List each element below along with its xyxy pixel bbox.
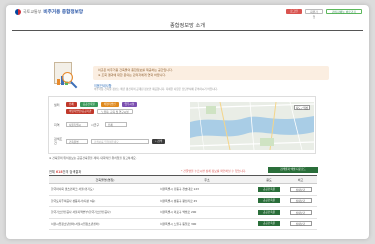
chip-education[interactable]: 노유자, 교육 및 연구시설 [97, 109, 133, 114]
usage-badge: 공공건축물 [258, 198, 280, 204]
signup-link[interactable]: 회원가입 [305, 9, 323, 19]
chip-business[interactable]: 업무시설 [121, 102, 138, 107]
chip-all[interactable]: 전체 [66, 102, 77, 107]
notice-box: 이곳은 비주거용 건축물의 종합정보를 제공하는 공간입니다. ※ 조회 결과에… [93, 66, 329, 80]
district-select[interactable]: 전체 [105, 122, 127, 127]
title-divider [12, 30, 363, 31]
building-address: 서울특별시 성동구 왕십리로 45 [159, 195, 254, 207]
search-button[interactable]: ⌕ 검색 [152, 138, 166, 144]
keyword-select[interactable]: 건축물명 [66, 138, 88, 144]
table-row[interactable]: 한국마사회 렛츠런파크 서울(경기도) 서울특별시 강동구 천호대로 123 공… [49, 183, 317, 196]
region-label: 지역 [54, 122, 60, 127]
search-panel: 필터 전체 공공건축물 비영리법인 업무시설 비영리법인/공공기관 노유자, 교… [48, 96, 316, 154]
table-header: 건축물명(명칭) 주소 용도 비고 [49, 175, 317, 184]
usage-tip: 이용안내사항 비주거용 건축물 정보는 매년 갱신되며 공개된 정보만 제공합니… [94, 83, 330, 92]
result-count: 전체 618건의 검색결과 [49, 170, 82, 174]
results-table: 건축물명(명칭) 주소 용도 비고 한국마사회 렛츠런파크 서울(경기도) 서울… [49, 175, 317, 230]
top-links: 로그인 회원가입 관리자메뉴 바로가기 [286, 9, 362, 19]
col-address[interactable]: 주소 [159, 175, 254, 184]
region-select[interactable]: 서울특별시 [66, 122, 88, 127]
building-name[interactable]: 한국토지주택공사 성동지사(지상 3층) [49, 195, 159, 207]
search-document-icon [46, 62, 82, 89]
keyword-label: 검색조건 [54, 137, 63, 145]
chip-public[interactable]: 공공건축물 [79, 102, 98, 107]
detail-button[interactable]: 상세보기 [289, 209, 312, 215]
table-row[interactable]: 한국가스안전공사 서울지역본부(한국가스안전공사) 서울특별시 마포구 백범로 … [49, 206, 317, 219]
result-count-value: 618 [55, 170, 63, 174]
usage-badge: 공공건축물 [258, 221, 280, 227]
detail-button[interactable]: 상세보기 [289, 186, 312, 192]
detail-button[interactable]: 상세보기 [289, 221, 312, 227]
col-remarks[interactable]: 비고 [284, 175, 317, 184]
building-name[interactable]: 한국가스안전공사 서울지역본부(한국가스안전공사) [49, 206, 159, 219]
detail-hint: * 건물명을 누르시면 상세 정보를 확인하실 수 있습니다. [181, 169, 247, 173]
keyword-row: 검색조건 건축물명 검색어를 입력해주세요 ⌕ 검색 [54, 137, 166, 145]
login-link[interactable]: 로그인 [286, 9, 302, 14]
search-input[interactable]: 검색어를 입력해주세요 [91, 138, 149, 144]
map-view[interactable]: 지도 / 위성 [190, 102, 314, 150]
government-emblem-icon [15, 9, 21, 15]
building-name[interactable]: 서울시립청소년센터(서울시립청소년센터) [49, 218, 159, 230]
site-logo[interactable]: 국토교통부 비주거용 종합정보망 [15, 9, 83, 15]
tip-text: 비주거용 건축물 정보는 매년 갱신되며 공개된 정보만 제공합니다. 자세한 … [94, 88, 218, 91]
chip-nonprofit[interactable]: 비영리법인 [100, 102, 119, 107]
chip-public-agency[interactable]: 비영리법인/공공기관 [66, 109, 95, 114]
table-row[interactable]: 한국토지주택공사 성동지사(지상 3층) 서울특별시 성동구 왕십리로 45 공… [49, 195, 317, 207]
filter-label: 필터 [54, 102, 60, 107]
top-bar: 국토교통부 비주거용 종합정보망 로그인 회원가입 관리자메뉴 바로가기 [6, 5, 369, 19]
admin-link[interactable]: 관리자메뉴 바로가기 [326, 9, 362, 14]
filter-row: 필터 전체 공공건축물 비영리법인 업무시설 [54, 102, 138, 107]
building-name[interactable]: 한국마사회 렛츠런파크 서울(경기도) [49, 183, 159, 196]
excel-download-button[interactable]: 검색결과 엑셀 다운로드 [268, 167, 318, 173]
col-name[interactable]: 건축물명(명칭) [49, 175, 159, 184]
usage-badge: 공공건축물 [258, 186, 280, 192]
building-address: 서울특별시 강동구 천호대로 123 [159, 183, 254, 196]
building-address: 서울특별시 마포구 백범로 200 [159, 206, 254, 219]
filter-row-2: 비영리법인/공공기관 노유자, 교육 및 연구시설 [66, 109, 133, 114]
location-disclaimer: ※ 건축물의 위치정보는 공공건축물을 제외, 대략적인 위치임을 참고하세요. [49, 156, 137, 160]
notice-line: ※ 조회 결과에 대한 문의는 관리자에게 연락 바랍니다. [98, 72, 167, 77]
detail-button[interactable]: 상세보기 [289, 198, 312, 204]
site-title: 비주거용 종합정보망 [43, 10, 84, 15]
table-row[interactable]: 서울시립청소년센터(서울시립청소년센터) 서울특별시 노원구 동일로 300 공… [49, 218, 317, 230]
page-title: 종합정보망 소개 [169, 23, 206, 29]
col-usage[interactable]: 용도 [254, 175, 284, 184]
search-button-label: 검색 [157, 139, 163, 143]
district-label: 시군구 [91, 122, 100, 127]
usage-badge: 공공건축물 [258, 209, 280, 215]
map-type-toggle[interactable]: 지도 / 위성 [294, 105, 310, 110]
region-row: 지역 서울특별시 시군구 전체 [54, 122, 127, 127]
building-address: 서울특별시 노원구 동일로 300 [159, 218, 254, 230]
page-card: 국토교통부 비주거용 종합정보망 로그인 회원가입 관리자메뉴 바로가기 종합정… [6, 5, 369, 239]
ministry-name: 국토교통부 [23, 9, 42, 14]
